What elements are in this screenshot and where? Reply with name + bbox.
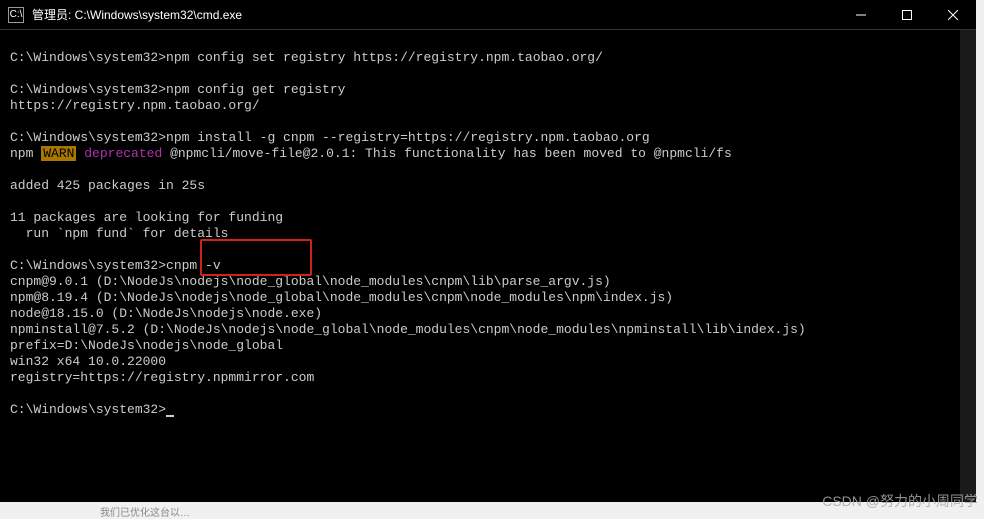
command-text: npm install -g cnpm --registry=https://r… xyxy=(166,130,650,145)
maximize-button[interactable] xyxy=(884,0,930,30)
prompt: C:\Windows\system32> xyxy=(10,82,166,97)
cmd-window: C:\ 管理员: C:\Windows\system32\cmd.exe C:\… xyxy=(0,0,976,502)
terminal-line: win32 x64 10.0.22000 xyxy=(10,354,966,370)
window-title: 管理员: C:\Windows\system32\cmd.exe xyxy=(32,6,242,23)
terminal-body[interactable]: C:\Windows\system32>npm config set regis… xyxy=(0,30,976,502)
terminal-line: C:\Windows\system32>npm config get regis… xyxy=(10,82,966,98)
terminal-line: npm WARN deprecated @npmcli/move-file@2.… xyxy=(10,146,966,162)
terminal-line: C:\Windows\system32> xyxy=(10,402,966,418)
terminal-line: C:\Windows\system32>npm install -g cnpm … xyxy=(10,130,966,146)
blank-line xyxy=(10,34,966,50)
close-button[interactable] xyxy=(930,0,976,30)
prompt: C:\Windows\system32> xyxy=(10,258,166,273)
terminal-line: npminstall@7.5.2 (D:\NodeJs\nodejs\node_… xyxy=(10,322,966,338)
blank-line xyxy=(10,386,966,402)
taskbar-fragment: 我们已优化这台以… xyxy=(100,503,190,519)
prompt: C:\Windows\system32> xyxy=(10,402,166,417)
scrollbar[interactable] xyxy=(960,30,976,502)
minimize-icon xyxy=(856,10,866,20)
deprecated-label: deprecated xyxy=(76,146,170,161)
warn-badge: WARN xyxy=(41,146,76,161)
terminal-line: cnpm@9.0.1 (D:\NodeJs\nodejs\node_global… xyxy=(10,274,966,290)
prompt: C:\Windows\system32> xyxy=(10,130,166,145)
close-icon xyxy=(948,10,958,20)
warn-message: @npmcli/move-file@2.0.1: This functional… xyxy=(170,146,732,161)
terminal-line: prefix=D:\NodeJs\nodejs\node_global xyxy=(10,338,966,354)
minimize-button[interactable] xyxy=(838,0,884,30)
blank-line xyxy=(10,242,966,258)
terminal-line: node@18.15.0 (D:\NodeJs\nodejs\node.exe) xyxy=(10,306,966,322)
terminal-line: C:\Windows\system32>npm config set regis… xyxy=(10,50,966,66)
blank-line xyxy=(10,194,966,210)
terminal-line: npm@8.19.4 (D:\NodeJs\nodejs\node_global… xyxy=(10,290,966,306)
window-icon: C:\ xyxy=(8,7,24,23)
cursor xyxy=(166,415,174,417)
blank-line xyxy=(10,114,966,130)
terminal-line: added 425 packages in 25s xyxy=(10,178,966,194)
terminal-line: C:\Windows\system32>cnpm -v xyxy=(10,258,966,274)
prompt: C:\Windows\system32> xyxy=(10,50,166,65)
npm-text: npm xyxy=(10,146,41,161)
terminal-line: 11 packages are looking for funding xyxy=(10,210,966,226)
title-bar[interactable]: C:\ 管理员: C:\Windows\system32\cmd.exe xyxy=(0,0,976,30)
blank-line xyxy=(10,162,966,178)
watermark: CSDN @努力的小周同学 xyxy=(822,491,978,511)
command-text: npm config get registry xyxy=(166,82,345,97)
blank-line xyxy=(10,66,966,82)
terminal-line: run `npm fund` for details xyxy=(10,226,966,242)
taskbar-text: 我们已优化这台以… xyxy=(100,504,190,519)
maximize-icon xyxy=(902,10,912,20)
command-text: cnpm -v xyxy=(166,258,221,273)
terminal-line: https://registry.npm.taobao.org/ xyxy=(10,98,966,114)
terminal-line: registry=https://registry.npmmirror.com xyxy=(10,370,966,386)
command-text: npm config set registry https://registry… xyxy=(166,50,603,65)
